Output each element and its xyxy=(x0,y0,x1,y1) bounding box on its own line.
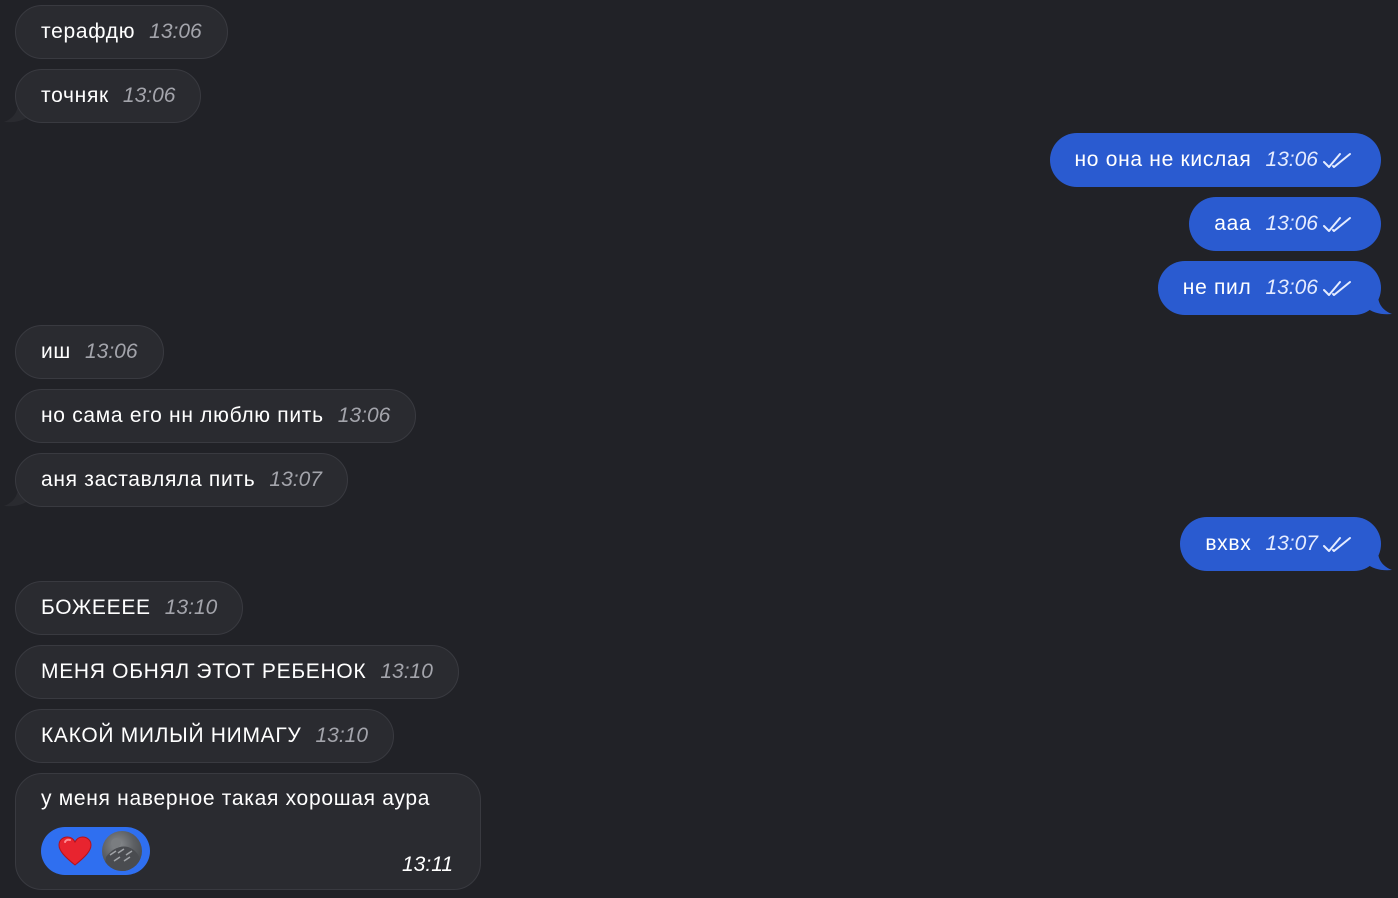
message-text: ааа xyxy=(1214,212,1252,235)
user-avatar xyxy=(102,831,142,871)
message-text: МЕНЯ ОБНЯЛ ЭТОТ РЕБЕНОК xyxy=(41,660,367,683)
reaction-pill[interactable] xyxy=(41,827,150,875)
message-text: БОЖЕЕЕЕ xyxy=(41,596,151,619)
chat-message-list: терафдю 13:06 точняк 13:06 но она не кис… xyxy=(0,0,1398,898)
message-text: терафдю xyxy=(41,20,136,43)
message-time: 13:06 xyxy=(337,404,391,427)
message-bubble-incoming[interactable]: КАКОЙ МИЛЫЙ НИМАГУ 13:10 xyxy=(15,709,395,763)
message-time: 13:07 xyxy=(1265,532,1318,555)
message-bubble-incoming[interactable]: БОЖЕЕЕЕ 13:10 xyxy=(15,581,244,635)
message-bubble-outgoing[interactable]: вхвх 13:07 xyxy=(1180,517,1381,571)
message-text: аня заставляла пить xyxy=(41,468,256,491)
message-time: 13:10 xyxy=(164,596,218,619)
message-text: иш xyxy=(41,340,71,363)
message-time: 13:06 xyxy=(149,20,202,43)
read-checkmarks-icon xyxy=(1323,281,1351,296)
message-bubble-incoming[interactable]: но сама его нн люблю пить 13:06 xyxy=(15,389,417,443)
message-time: 13:07 xyxy=(269,468,322,491)
message-text: КАКОЙ МИЛЫЙ НИМАГУ xyxy=(41,724,302,747)
message-time: 13:06 xyxy=(1265,276,1318,299)
message-text: у меня наверное такая хорошая аура xyxy=(41,787,431,810)
message-bubble-incoming[interactable]: терафдю 13:06 xyxy=(15,5,228,59)
message-bubble-outgoing[interactable]: но она не кислая 13:06 xyxy=(1049,133,1381,187)
message-text: вхвх xyxy=(1205,532,1252,555)
message-bubble-outgoing[interactable]: не пил 13:06 xyxy=(1157,261,1381,315)
message-time: 13:06 xyxy=(1265,148,1318,171)
message-bubble-outgoing[interactable]: ааа 13:06 xyxy=(1189,197,1381,251)
read-checkmarks-icon xyxy=(1323,217,1351,232)
message-bubble-incoming[interactable]: МЕНЯ ОБНЯЛ ЭТОТ РЕБЕНОК 13:10 xyxy=(15,645,459,699)
message-time: 13:11 xyxy=(402,853,453,876)
message-text: точняк xyxy=(41,84,109,107)
message-time: 13:10 xyxy=(380,660,433,683)
read-checkmarks-icon xyxy=(1323,537,1351,552)
message-text: но сама его нн люблю пить xyxy=(41,404,324,427)
message-time: 13:10 xyxy=(315,724,369,747)
message-bubble-incoming[interactable]: иш 13:06 xyxy=(15,325,164,379)
message-text: не пил xyxy=(1182,276,1252,299)
message-time: 13:06 xyxy=(84,340,138,363)
message-time: 13:06 xyxy=(1265,212,1318,235)
message-bubble-incoming-with-reaction[interactable]: у меня наверное такая хорошая аура 13:11 xyxy=(15,773,481,890)
message-time: 13:06 xyxy=(122,84,176,107)
heart-icon xyxy=(58,836,92,866)
message-bubble-incoming[interactable]: точняк 13:06 xyxy=(15,69,202,123)
message-text: но она не кислая xyxy=(1074,148,1252,171)
message-bubble-incoming[interactable]: аня заставляла пить 13:07 xyxy=(15,453,348,507)
read-checkmarks-icon xyxy=(1323,153,1351,168)
